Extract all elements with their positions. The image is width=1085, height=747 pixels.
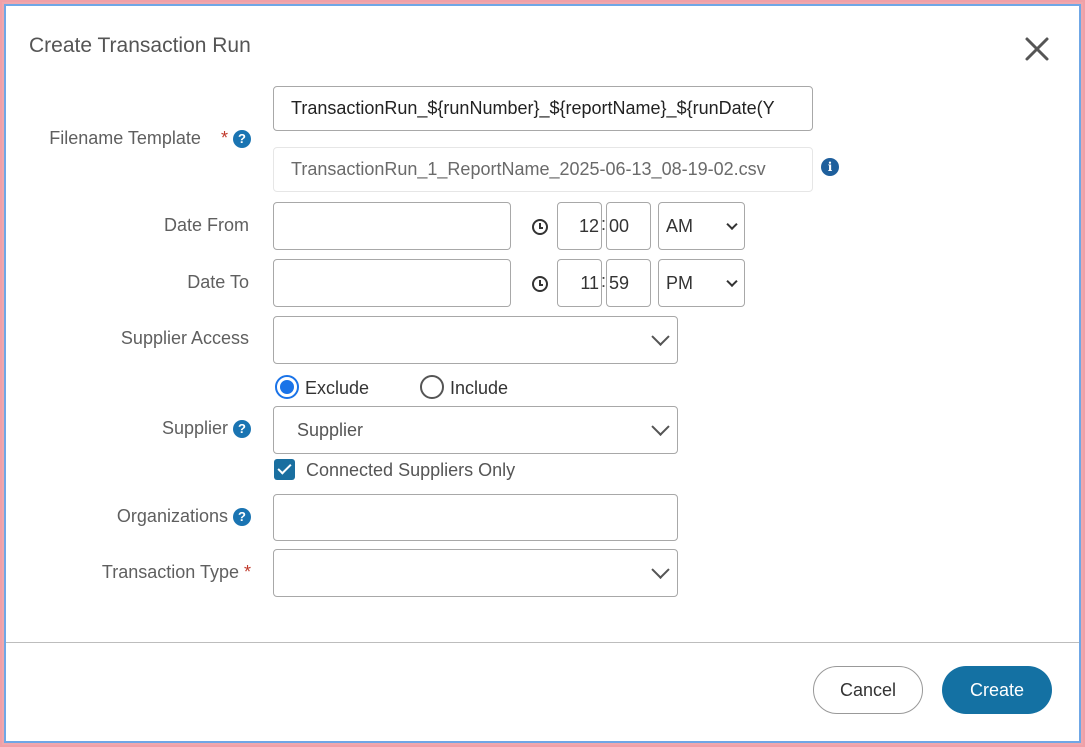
dialog-title: Create Transaction Run: [29, 34, 251, 57]
filename-template-input[interactable]: TransactionRun_${runNumber}_${reportName…: [273, 86, 813, 131]
ampm-value: PM: [666, 273, 693, 293]
ampm-value: AM: [666, 216, 693, 236]
clock-icon: [532, 276, 548, 292]
date-from-hour[interactable]: 12: [557, 202, 602, 250]
date-from-label: Date From: [163, 215, 249, 235]
filename-template-label-row: Filename Template * ?: [26, 128, 251, 149]
connected-suppliers-checkbox[interactable]: [274, 459, 295, 480]
date-to-input[interactable]: [273, 259, 511, 307]
help-icon[interactable]: ?: [233, 508, 251, 527]
info-icon[interactable]: i: [821, 158, 839, 176]
transaction-type-select[interactable]: [273, 549, 678, 597]
chevron-down-icon: [651, 417, 670, 436]
supplier-label-row: Supplier ?: [26, 418, 251, 439]
create-transaction-run-dialog: Create Transaction Run Filename Template…: [4, 4, 1081, 743]
supplier-label: Supplier: [161, 418, 228, 438]
chevron-down-icon: [651, 327, 670, 346]
exclude-label: Exclude: [305, 378, 370, 398]
cancel-button[interactable]: Cancel: [813, 666, 923, 714]
organizations-label: Organizations: [116, 506, 228, 526]
include-radio[interactable]: [420, 375, 444, 399]
date-to-hour[interactable]: 11: [557, 259, 602, 307]
organizations-input[interactable]: [273, 494, 678, 541]
close-icon[interactable]: [1024, 36, 1050, 62]
supplier-access-select[interactable]: [273, 316, 678, 364]
date-from-input[interactable]: [273, 202, 511, 250]
exclude-radio[interactable]: [275, 375, 299, 399]
connected-suppliers-label: Connected Suppliers Only: [306, 460, 516, 480]
date-to-minute[interactable]: 59: [606, 259, 651, 307]
transaction-type-label-row: Transaction Type *: [26, 562, 251, 583]
clock-icon: [532, 219, 548, 235]
supplier-access-label: Supplier Access: [120, 328, 249, 348]
include-label: Include: [450, 378, 509, 398]
help-icon[interactable]: ?: [233, 420, 251, 439]
required-mark: *: [243, 562, 251, 582]
transaction-type-label: Transaction Type: [101, 562, 239, 582]
organizations-label-row: Organizations ?: [26, 506, 251, 527]
footer-divider: [6, 642, 1079, 643]
chevron-down-icon: [726, 218, 738, 231]
help-icon[interactable]: ?: [233, 130, 251, 149]
filename-template-label: Filename Template: [49, 128, 201, 148]
chevron-down-icon: [651, 560, 670, 579]
date-to-ampm-select[interactable]: PM: [658, 259, 745, 307]
date-to-label: Date To: [187, 272, 249, 292]
supplier-select[interactable]: Supplier: [273, 406, 678, 454]
create-button[interactable]: Create: [942, 666, 1052, 714]
required-mark: *: [220, 128, 228, 148]
date-from-minute[interactable]: 00: [606, 202, 651, 250]
supplier-placeholder: Supplier: [297, 420, 364, 440]
filename-preview: TransactionRun_1_ReportName_2025-06-13_0…: [273, 147, 813, 192]
chevron-down-icon: [726, 275, 738, 288]
date-from-ampm-select[interactable]: AM: [658, 202, 745, 250]
